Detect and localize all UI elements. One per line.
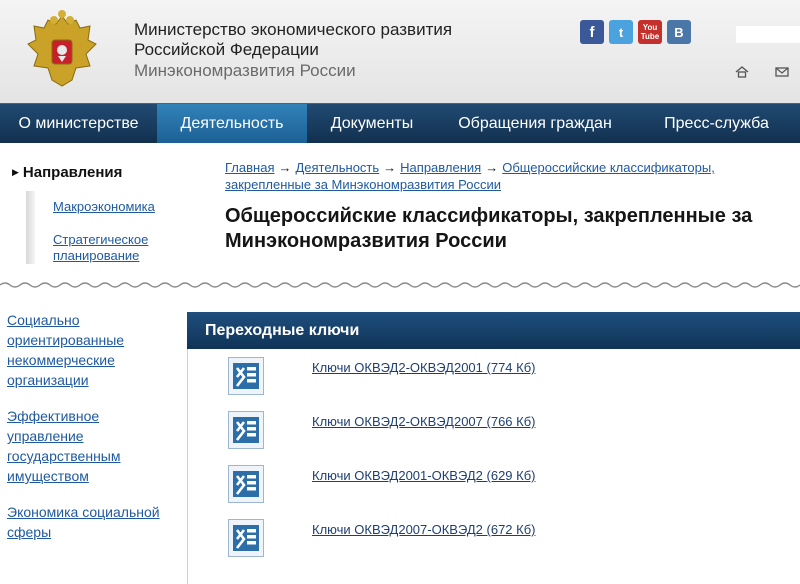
mail-icon[interactable] (775, 66, 789, 78)
panel-header: Переходные ключи (187, 312, 800, 349)
org-name-line1: Министерство экономического развития (134, 20, 453, 39)
sidebar-link-text: ориентированные (7, 332, 125, 348)
page-title: Общероссийские классификаторы, закреплен… (225, 204, 785, 254)
direction-link-text: Макроэкономика (53, 199, 155, 214)
wavy-divider (0, 282, 800, 288)
triangle-right-icon: ▶ (12, 167, 19, 177)
sidebar-link-text: организации (7, 372, 89, 388)
breadcrumb-directions[interactable]: Направления (400, 160, 481, 175)
sidebar-link-text: Эффективное (7, 408, 100, 424)
nav-item-documents[interactable]: Документы (307, 104, 437, 143)
directions-title[interactable]: ▶ Направления (12, 164, 122, 181)
org-name-line2: Российской Федерации (134, 40, 319, 59)
social-links: f t You Tube B (580, 20, 691, 44)
facebook-icon[interactable]: f (580, 20, 604, 44)
org-short-name: Минэкономразвития России (134, 61, 356, 80)
direction-link-strategic-planning[interactable]: Стратегическое планирование (53, 232, 148, 264)
breadcrumb-classifiers-cont[interactable]: закрепленные за Минэкономразвития России (225, 177, 501, 192)
file-link[interactable]: Ключи ОКВЭД2-ОКВЭД2001 (774 Кб) (312, 360, 535, 375)
sidebar-link-text: сферы (7, 524, 52, 540)
breadcrumb-home[interactable]: Главная (225, 160, 274, 175)
site-header: Министерство экономического развития Рос… (0, 0, 800, 103)
direction-link-text: Стратегическое (53, 232, 149, 247)
sidebar-link-social-economy[interactable]: Экономика социальной сферы (7, 502, 160, 542)
sidebar-link-text: управление (7, 428, 84, 444)
direction-link-text: планирование (53, 248, 140, 263)
nav-item-about[interactable]: О министерстве (0, 104, 157, 143)
sidebar-link-text: Экономика социальной (7, 504, 160, 520)
spreadsheet-icon[interactable] (228, 465, 264, 503)
sidebar-link-text: некоммерческие (7, 352, 115, 368)
directions-title-label: Направления (22, 164, 123, 181)
search-input[interactable] (736, 26, 800, 43)
breadcrumb-activity[interactable]: Деятельность (295, 160, 379, 175)
spreadsheet-icon[interactable] (228, 519, 264, 557)
sidebar-link-text: имуществом (7, 468, 89, 484)
breadcrumb: Главная → Деятельность → Направления → Общерос… (225, 159, 785, 193)
nav-item-activity[interactable]: Деятельность (157, 104, 307, 143)
sidebar-link-text: Социально (7, 312, 80, 328)
file-row: Ключи ОКВЭД2-ОКВЭД2001 (774 Кб) (228, 357, 788, 397)
file-link[interactable]: Ключи ОКВЭД2001-ОКВЭД2 (629 Кб) (312, 468, 535, 483)
breadcrumb-classifiers[interactable]: Общероссийские классификаторы, (502, 160, 715, 175)
org-name: Министерство экономического развития Рос… (134, 20, 452, 60)
nav-item-appeals[interactable]: Обращения граждан (437, 104, 633, 143)
sidebar-link-nko[interactable]: Социально ориентированные некоммерческие… (7, 310, 124, 390)
sidebar-link-text: государственным (7, 448, 121, 464)
breadcrumb-separator: → (383, 160, 397, 175)
nav-item-press[interactable]: Пресс-служба (633, 104, 800, 143)
directions-bar (26, 191, 35, 264)
vkontakte-icon[interactable]: B (667, 20, 691, 44)
breadcrumb-separator: → (485, 160, 499, 175)
youtube-icon[interactable]: You Tube (638, 20, 662, 44)
spreadsheet-icon[interactable] (228, 411, 264, 449)
main-nav: О министерстве Деятельность Документы Об… (0, 103, 800, 143)
spreadsheet-icon[interactable] (228, 357, 264, 395)
breadcrumb-separator: → (278, 160, 292, 175)
coat-of-arms-icon[interactable] (22, 10, 102, 92)
sidebar-link-property[interactable]: Эффективное управление государственным и… (7, 406, 121, 486)
file-link[interactable]: Ключи ОКВЭД2-ОКВЭД2007 (766 Кб) (312, 414, 535, 429)
file-row: Ключи ОКВЭД2001-ОКВЭД2 (629 Кб) (228, 465, 788, 505)
direction-link-macroeconomics[interactable]: Макроэкономика (53, 199, 155, 215)
file-link[interactable]: Ключи ОКВЭД2007-ОКВЭД2 (672 Кб) (312, 522, 535, 537)
file-row: Ключи ОКВЭД2-ОКВЭД2007 (766 Кб) (228, 411, 788, 451)
page-title-line2: Минэкономразвития России (225, 230, 507, 252)
twitter-icon[interactable]: t (609, 20, 633, 44)
file-row: Ключи ОКВЭД2007-ОКВЭД2 (672 Кб) (228, 519, 788, 559)
home-icon[interactable] (735, 66, 749, 78)
panel-border (187, 312, 188, 584)
page-title-line1: Общероссийские классификаторы, закреплен… (225, 205, 753, 227)
